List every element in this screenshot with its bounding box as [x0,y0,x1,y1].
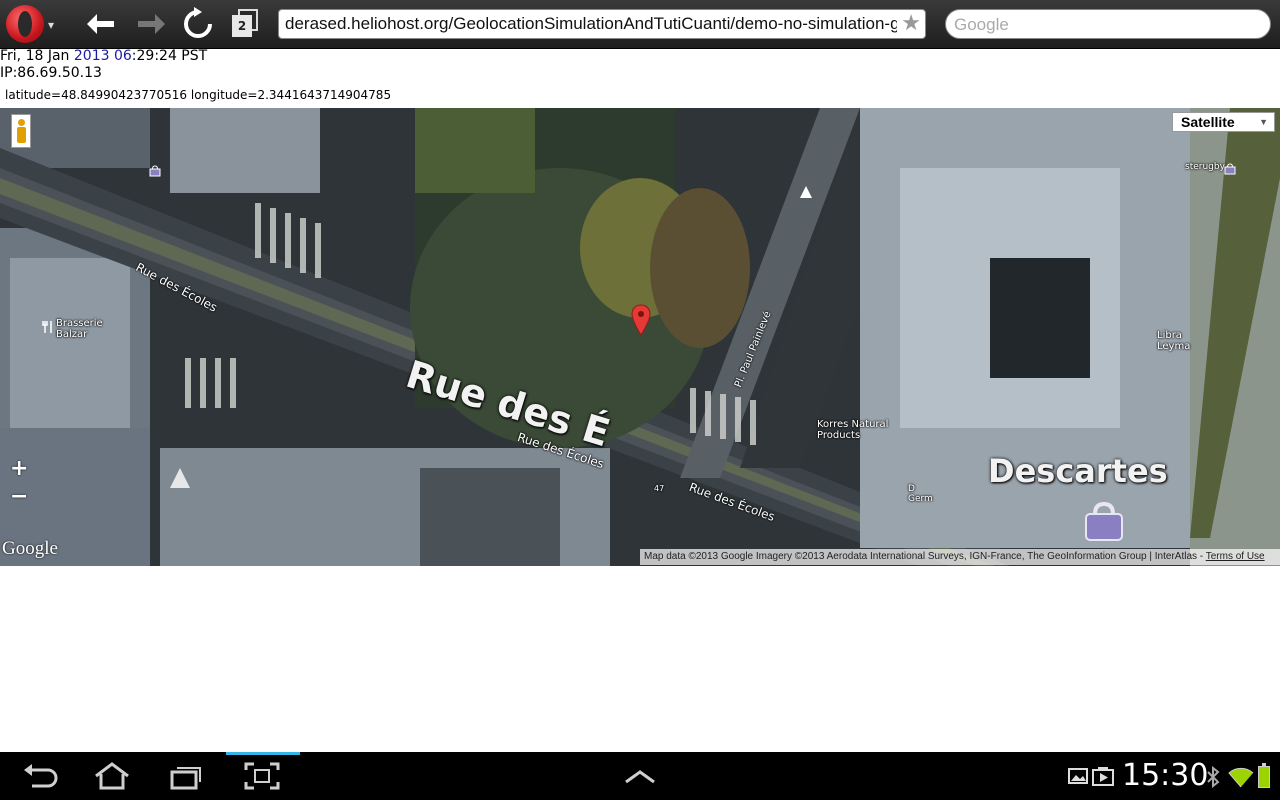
screenshot-button[interactable] [242,760,282,792]
wifi-icon [1228,767,1254,788]
address-bar[interactable]: derased.heliohost.org/GeolocationSimulat… [278,9,926,39]
android-home-button[interactable] [92,760,132,792]
android-back-icon [24,764,58,788]
chevron-down-icon: ▼ [1259,117,1268,127]
search-input[interactable] [952,12,1256,38]
poi-label: Korres Natural Products [817,419,889,441]
expand-up-button[interactable] [620,760,660,792]
tab-count: 2 [232,15,252,37]
chevron-down-icon: ▾ [48,18,55,32]
map-attribution: Map data ©2013 Google Imagery ©2013 Aero… [640,549,1280,565]
screenshot-icon [244,762,280,790]
zoom-out-button[interactable]: − [10,486,28,508]
date-line: Fri, 18 Jan 2013 06:29:24 PST [0,48,207,65]
street-number: 47 [654,484,665,493]
browser-toolbar: ▾ 2 derased.heliohost.org/GeolocationSim… [0,0,1280,49]
forward-arrow-icon [138,14,165,34]
system-clock[interactable]: 15:30 [1122,758,1208,794]
pegman-icon[interactable] [11,114,31,148]
poi-label: Libra Leyma [1157,330,1191,352]
forward-button[interactable] [132,6,168,42]
tabs-button[interactable]: 2 [232,9,258,37]
android-recent-apps-button[interactable] [166,760,206,792]
date-suffix: :29:24 PST [131,48,208,64]
opera-menu-icon [6,5,44,43]
reload-icon [184,7,212,38]
shopping-bag-icon [149,165,161,177]
expand-up-icon [625,770,655,784]
media-notification-icon[interactable] [1092,766,1114,786]
date-prefix: Fri, 18 Jan [0,48,74,64]
poi-label: D Germ [908,484,933,504]
coordinates: latitude=48.84990423770516 longitude=2.3… [5,88,392,102]
restaurant-icon [42,321,52,333]
terms-link[interactable]: Terms of Use [1206,551,1265,562]
poi-label-large: Descartes [988,452,1168,490]
attribution-text: Map data ©2013 Google Imagery ©2013 Aero… [644,551,1206,562]
map-type-select[interactable]: Satellite ▼ [1172,112,1275,132]
bluetooth-icon [1207,766,1220,788]
opera-menu-button[interactable]: ▾ [0,0,70,48]
map-type-label: Satellite [1181,114,1235,130]
zoom-in-button[interactable]: + [10,458,28,480]
back-button[interactable] [84,6,120,42]
android-recent-apps-icon [170,767,201,790]
reload-button[interactable] [180,6,216,42]
poi-label: Brasserie Balzar [56,318,103,340]
gallery-notification-icon[interactable] [1068,766,1088,786]
map-marker-icon[interactable] [630,304,652,336]
address-url[interactable]: derased.heliohost.org/GeolocationSimulat… [285,10,897,38]
battery-icon [1258,763,1270,788]
poi-label: sterugby [1185,162,1225,172]
shopping-bag-icon [1224,163,1236,175]
shopping-bag-icon [1085,501,1123,541]
search-bar[interactable] [945,9,1271,39]
ip-address: IP:86.69.50.13 [0,65,102,81]
google-logo: Google [2,538,58,559]
satellite-imagery [0,108,1280,566]
date-highlight: 2013 06 [73,48,132,64]
android-home-icon [95,762,129,790]
active-indicator [226,752,300,755]
back-arrow-icon [87,14,114,34]
android-back-button[interactable] [20,760,60,792]
system-navigation-bar: 15:30 [0,752,1280,800]
map-view[interactable]: + − Satellite ▼ Rue des Écoles Rue des É… [0,108,1280,566]
bookmark-star-icon[interactable]: ★ [901,11,921,37]
